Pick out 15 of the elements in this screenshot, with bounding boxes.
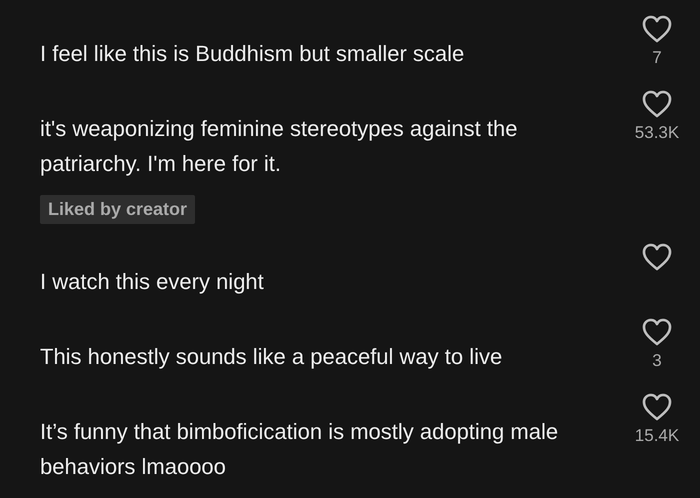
comment-text: It’s funny that bimboficication is mostly adopting male behaviors lmaoooo bbox=[40, 418, 560, 481]
like-count: 7 bbox=[652, 48, 662, 68]
like-count: 3 bbox=[652, 351, 662, 371]
heart-icon[interactable] bbox=[641, 317, 673, 347]
liked-by-creator-badge: Liked by creator bbox=[40, 195, 196, 224]
comment-text: I watch this every night bbox=[40, 268, 265, 296]
comment-text: I feel like this is Buddhism but smaller scale bbox=[40, 40, 466, 68]
comment-text: This honestly sounds like a peaceful way to live bbox=[40, 343, 504, 371]
heart-icon[interactable] bbox=[641, 14, 673, 44]
like-count: 53.3K bbox=[634, 123, 680, 143]
heart-icon[interactable] bbox=[641, 392, 673, 422]
comment-text: it's weaponizing feminine stereotypes against the patriarchy. I'm here for it. bbox=[40, 115, 518, 178]
heart-icon[interactable] bbox=[641, 89, 673, 119]
like-count: 15.4K bbox=[634, 426, 680, 446]
heart-icon[interactable] bbox=[641, 242, 673, 272]
